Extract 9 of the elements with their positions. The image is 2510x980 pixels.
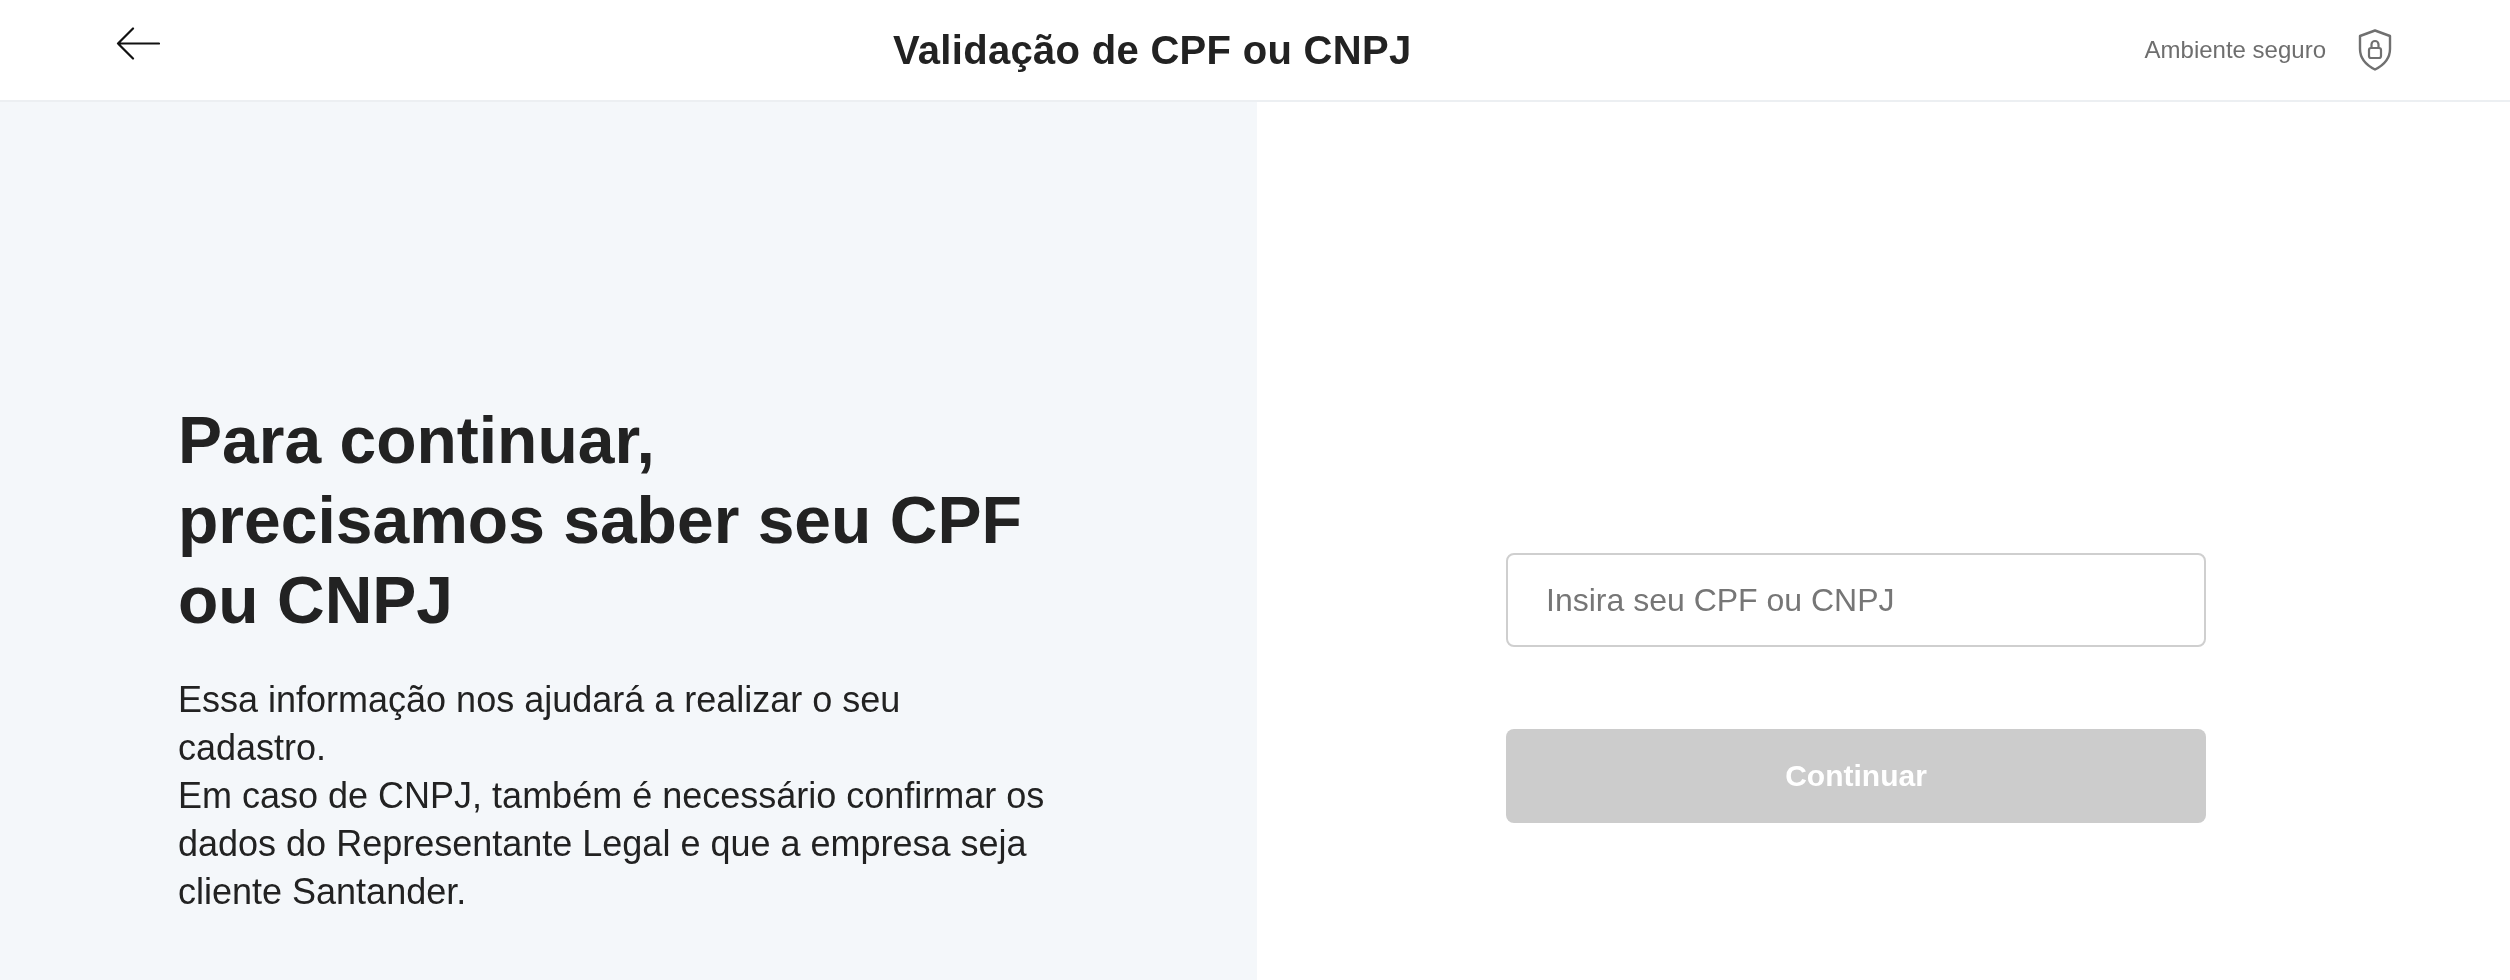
- shield-lock-icon: [2358, 29, 2392, 71]
- page-title: Validação de CPF ou CNPJ: [893, 27, 1412, 73]
- document-field[interactable]: Insira seu CPF ou CNPJ: [1506, 553, 2206, 647]
- secure-environment-label: Ambiente seguro: [2144, 36, 2326, 64]
- intro-paragraph: Em caso de CNPJ, também é necessário confirmar os dados do Representante Legal e que a empresa seja cliente Santander.: [178, 774, 1046, 914]
- back-button[interactable]: [116, 26, 160, 60]
- back-arrow-icon: [116, 26, 160, 60]
- intro-paragraph: Essa informação nos ajudará a realizar o seu cadastro.: [178, 678, 902, 770]
- intro-heading: Para continuar, precisamos saber seu CPF ou CNPJ: [178, 402, 1023, 639]
